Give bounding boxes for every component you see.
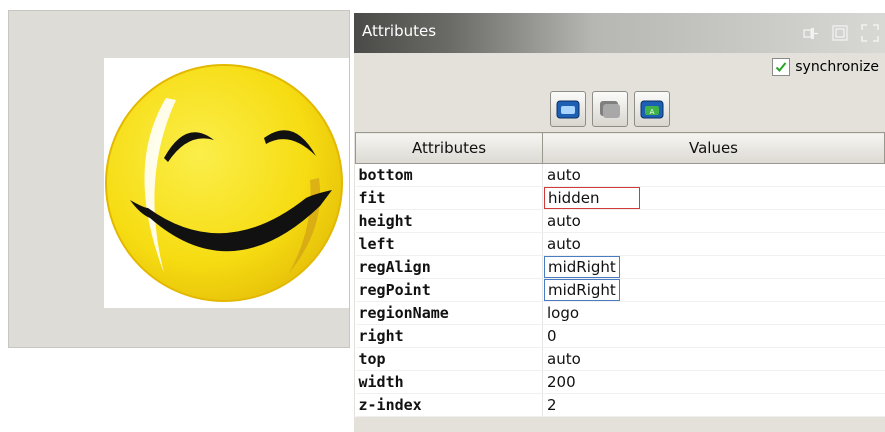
value-text: logo [547,304,580,322]
table-row[interactable]: left auto [355,232,885,256]
table-row[interactable]: regPoint midRight [355,278,885,302]
checkmark-icon [776,62,787,72]
attribute-value[interactable]: 0 [542,324,885,348]
attribute-value[interactable]: midRight [542,255,885,279]
table-header-row: Attributes Values [355,132,885,164]
table-row[interactable]: regionName logo [355,301,885,325]
synchronize-label: synchronize [795,59,879,75]
copy-icon [600,101,620,118]
panel-header-icons [801,24,879,42]
attribute-name: bottom [355,163,543,187]
synchronize-checkbox[interactable] [772,58,791,76]
value-text: auto [547,166,581,184]
table-row[interactable]: bottom auto [355,163,885,187]
attribute-name: height [355,209,543,233]
table-row[interactable]: height auto [355,209,885,233]
smiley-face-icon [105,64,343,302]
attributes-table: Attributes Values bottom auto fit hidden… [355,132,885,417]
value-editor-blue[interactable]: midRight [544,256,620,278]
column-header-attributes[interactable]: Attributes [355,132,543,164]
panel-header: Attributes [354,13,885,53]
attribute-value[interactable]: 200 [542,370,885,394]
table-row[interactable]: regAlign midRight [355,255,885,279]
attribute-value[interactable]: hidden [542,186,885,210]
value-editor-red[interactable]: hidden [544,187,640,209]
attribute-name: width [355,370,543,394]
logo-image [104,58,349,308]
attribute-name: top [355,347,543,371]
table-row[interactable]: width 200 [355,370,885,394]
value-text: auto [547,212,581,230]
attribute-name: regAlign [355,255,543,279]
table-row[interactable]: right 0 [355,324,885,348]
value-text: 0 [547,327,557,345]
table-row[interactable]: fit hidden [355,186,885,210]
open-folder-button[interactable] [550,91,586,127]
save-icon: A [640,100,664,119]
panel-title: Attributes [362,22,437,40]
save-button[interactable]: A [634,91,670,127]
table-row[interactable]: z-index 2 [355,393,885,417]
svg-text:A: A [650,108,655,116]
table-row[interactable]: top auto [355,347,885,371]
attribute-name: fit [355,186,543,210]
value-text: auto [547,235,581,253]
attribute-name: regPoint [355,278,543,302]
maximize-icon[interactable] [861,24,879,42]
attribute-value[interactable]: auto [542,209,885,233]
attribute-value[interactable]: auto [542,347,885,371]
attributes-toolbar: A [550,91,670,127]
attribute-value[interactable]: auto [542,232,885,256]
attribute-value[interactable]: 2 [542,393,885,417]
restore-icon[interactable] [831,24,849,42]
attribute-name: left [355,232,543,256]
attribute-name: z-index [355,393,543,417]
attribute-value[interactable]: logo [542,301,885,325]
column-header-values[interactable]: Values [542,132,885,164]
open-folder-icon [556,100,580,119]
value-editor-blue[interactable]: midRight [544,279,620,301]
attribute-name: right [355,324,543,348]
attributes-panel: Attributes synchronize A Attributes Valu… [354,13,885,432]
copy-button[interactable] [592,91,628,127]
value-text: auto [547,350,581,368]
attribute-value[interactable]: midRight [542,278,885,302]
value-text: 200 [547,373,576,391]
preview-region [8,10,350,348]
synchronize-row: synchronize [772,58,879,76]
attribute-name: regionName [355,301,543,325]
attribute-value[interactable]: auto [542,163,885,187]
pin-icon[interactable] [801,24,819,42]
value-text: 2 [547,396,557,414]
